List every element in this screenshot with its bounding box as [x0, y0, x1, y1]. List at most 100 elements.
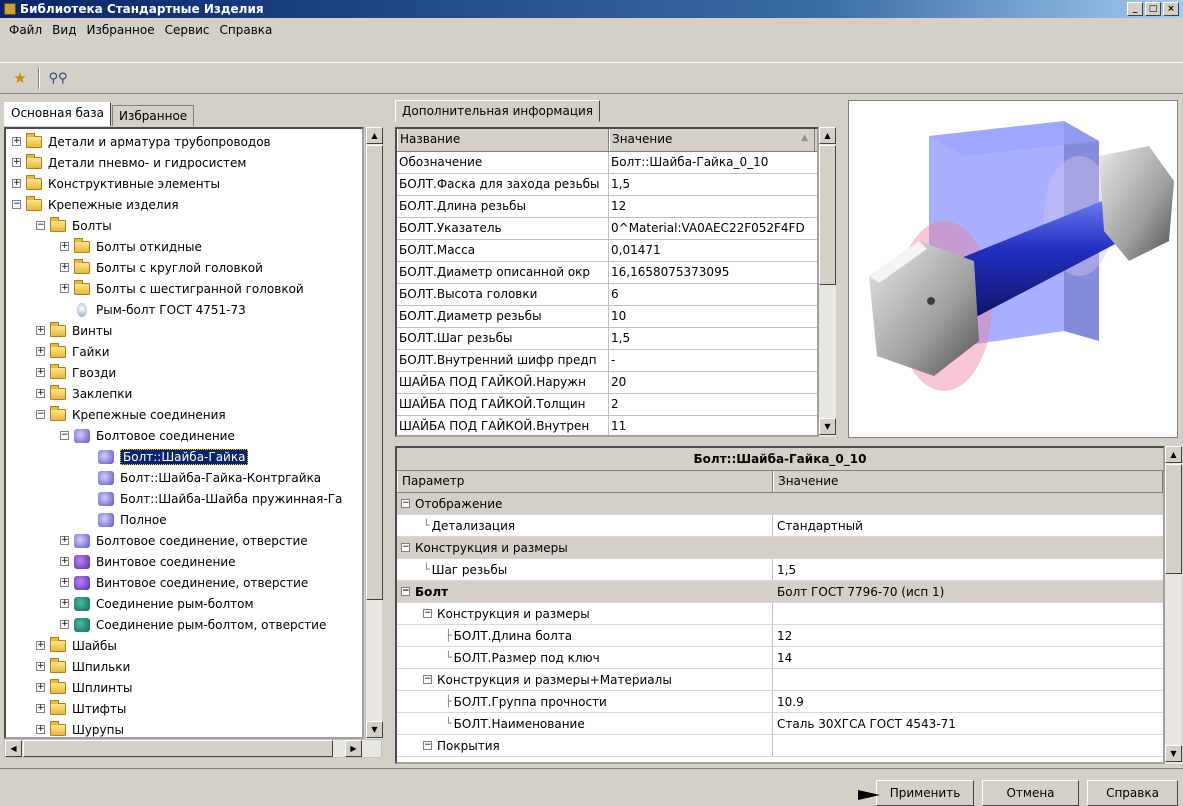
- collapse-icon[interactable]: −: [423, 741, 432, 750]
- tree-item[interactable]: + Шайбы: [36, 635, 117, 656]
- property-row[interactable]: ├ БОЛТ.Группа прочности 10.9: [397, 691, 1163, 713]
- parameters-grid[interactable]: Болт::Шайба-Гайка_0_10 Параметр Значение…: [395, 446, 1165, 764]
- property-row[interactable]: └ Шаг резьбы 1,5: [397, 559, 1163, 581]
- tree-item[interactable]: + Болты откидные: [60, 236, 202, 257]
- scroll-thumb[interactable]: [366, 145, 383, 600]
- info-row[interactable]: БОЛТ.Высота головки 6: [397, 284, 817, 306]
- apply-button[interactable]: Применить: [876, 780, 974, 806]
- tree-item[interactable]: + Шпильки: [36, 656, 130, 677]
- column-header-value[interactable]: Значение ▲: [609, 129, 815, 151]
- model-preview[interactable]: [848, 100, 1178, 438]
- category-row[interactable]: − Конструкция и размеры+Материалы: [397, 669, 1163, 691]
- collapse-icon[interactable]: −: [401, 587, 410, 596]
- scroll-down-icon[interactable]: ▼: [1165, 745, 1182, 762]
- tree-item[interactable]: + Соединение рым-болтом: [60, 593, 254, 614]
- info-row[interactable]: ШАЙБА ПОД ГАЙКОЙ.Внутрен 11: [397, 416, 817, 435]
- collapse-icon[interactable]: −: [423, 675, 432, 684]
- scroll-thumb[interactable]: [23, 740, 333, 757]
- column-header-parameter[interactable]: Параметр: [397, 471, 773, 492]
- collapse-icon[interactable]: −: [423, 609, 432, 618]
- collapse-icon[interactable]: −: [60, 431, 69, 440]
- tree-item[interactable]: − Крепежные изделия: [12, 194, 179, 215]
- category-row[interactable]: − Покрытия: [397, 735, 1163, 757]
- info-row[interactable]: БОЛТ.Указатель 0^Material:VA0AEC22F052F4F…: [397, 218, 817, 240]
- tree-item[interactable]: − Крепежные соединения: [36, 404, 226, 425]
- collapse-icon[interactable]: −: [36, 410, 45, 419]
- expand-icon[interactable]: +: [36, 326, 45, 335]
- tree-item[interactable]: + Шплинты: [36, 677, 132, 698]
- menu-favorites[interactable]: Избранное: [81, 23, 159, 37]
- additional-info-grid[interactable]: Название Значение ▲ Обозначение Болт::Шайб…: [395, 127, 819, 437]
- info-row[interactable]: БОЛТ.Внутренний шифр предп -: [397, 350, 817, 372]
- expand-icon[interactable]: +: [12, 158, 21, 167]
- expand-icon[interactable]: +: [60, 242, 69, 251]
- maximize-button[interactable]: □: [1145, 2, 1161, 16]
- tree-item[interactable]: Болт::Шайба-Гайка-Контргайка: [84, 467, 321, 488]
- info-row[interactable]: ШАЙБА ПОД ГАЙКОЙ.Толщин 2: [397, 394, 817, 416]
- column-header-name[interactable]: Название: [397, 129, 609, 151]
- tree-item[interactable]: + Детали и арматура трубопроводов: [12, 131, 271, 152]
- scroll-up-icon[interactable]: ▲: [366, 127, 383, 144]
- menu-help[interactable]: Справка: [215, 23, 278, 37]
- scroll-right-icon[interactable]: ▶: [345, 740, 362, 757]
- scroll-thumb[interactable]: [1165, 464, 1182, 574]
- scroll-down-icon[interactable]: ▼: [819, 418, 836, 435]
- tree-item-selected[interactable]: Болт::Шайба-Гайка: [84, 446, 249, 467]
- expand-icon[interactable]: +: [12, 137, 21, 146]
- menu-file[interactable]: Файл: [4, 23, 47, 37]
- expand-icon[interactable]: +: [60, 263, 69, 272]
- menu-view[interactable]: Вид: [47, 23, 81, 37]
- tree-item[interactable]: + Соединение рым-болтом, отверстие: [60, 614, 326, 635]
- expand-icon[interactable]: +: [36, 641, 45, 650]
- parameters-vertical-scrollbar[interactable]: ▲ ▼: [1165, 446, 1182, 764]
- tree-item[interactable]: − Болты: [36, 215, 112, 236]
- help-button[interactable]: Справка: [1087, 780, 1178, 806]
- info-row[interactable]: БОЛТ.Диаметр описанной окр 16,16580753730…: [397, 262, 817, 284]
- tree-item[interactable]: + Штифты: [36, 698, 126, 719]
- property-row[interactable]: └ БОЛТ.Наименование Сталь 30ХГСА ГОСТ 4543…: [397, 713, 1163, 735]
- tree-item[interactable]: + Винты: [36, 320, 112, 341]
- expand-icon[interactable]: +: [60, 620, 69, 629]
- info-row[interactable]: БОЛТ.Диаметр резьбы 10: [397, 306, 817, 328]
- tree-item[interactable]: + Болты с круглой головкой: [60, 257, 263, 278]
- expand-icon[interactable]: +: [36, 725, 45, 734]
- scroll-up-icon[interactable]: ▲: [1165, 446, 1182, 463]
- column-header-value[interactable]: Значение: [773, 471, 1163, 492]
- tab-favorites[interactable]: Избранное: [112, 105, 195, 126]
- property-row[interactable]: └ Детализация Стандартный: [397, 515, 1163, 537]
- collapse-icon[interactable]: −: [401, 499, 410, 508]
- tab-additional-info[interactable]: Дополнительная информация: [395, 100, 601, 122]
- expand-icon[interactable]: +: [36, 368, 45, 377]
- category-row[interactable]: − Конструкция и размеры: [397, 537, 1163, 559]
- tree-item[interactable]: + Винтовое соединение: [60, 551, 236, 572]
- info-row[interactable]: БОЛТ.Масса 0,01471: [397, 240, 817, 262]
- collapse-icon[interactable]: −: [12, 200, 21, 209]
- scroll-thumb[interactable]: [819, 145, 836, 285]
- tree-item[interactable]: + Гвозди: [36, 362, 116, 383]
- tab-main-base[interactable]: Основная база: [4, 102, 112, 126]
- info-row[interactable]: Обозначение Болт::Шайба-Гайка_0_10: [397, 152, 817, 174]
- tree-item[interactable]: Болт::Шайба-Шайба пружинная-Га: [84, 488, 342, 509]
- expand-icon[interactable]: +: [60, 599, 69, 608]
- info-vertical-scrollbar[interactable]: ▲ ▼: [819, 127, 836, 437]
- tree-item[interactable]: + Болты с шестигранной головкой: [60, 278, 304, 299]
- property-row[interactable]: └ БОЛТ.Размер под ключ 14: [397, 647, 1163, 669]
- expand-icon[interactable]: +: [36, 683, 45, 692]
- catalog-tree[interactable]: + Детали и арматура трубопроводов + Детали…: [4, 127, 364, 739]
- tree-item[interactable]: Рым-болт ГОСТ 4751-73: [60, 299, 246, 320]
- tree-item[interactable]: Полное: [84, 509, 167, 530]
- tree-item[interactable]: + Винтовое соединение, отверстие: [60, 572, 308, 593]
- expand-icon[interactable]: +: [36, 347, 45, 356]
- category-row[interactable]: − Болт Болт ГОСТ 7796-70 (исп 1): [397, 581, 1163, 603]
- expand-icon[interactable]: +: [36, 389, 45, 398]
- tree-item[interactable]: + Конструктивные элементы: [12, 173, 220, 194]
- expand-icon[interactable]: +: [36, 662, 45, 671]
- info-row[interactable]: ШАЙБА ПОД ГАЙКОЙ.Наружн 20: [397, 372, 817, 394]
- tree-horizontal-scrollbar[interactable]: ◀ ▶: [4, 739, 382, 758]
- expand-icon[interactable]: +: [36, 704, 45, 713]
- expand-icon[interactable]: +: [60, 536, 69, 545]
- menu-service[interactable]: Сервис: [160, 23, 215, 37]
- info-row[interactable]: БОЛТ.Длина резьбы 12: [397, 196, 817, 218]
- add-favorite-icon[interactable]: ★: [8, 66, 32, 90]
- expand-icon[interactable]: +: [12, 179, 21, 188]
